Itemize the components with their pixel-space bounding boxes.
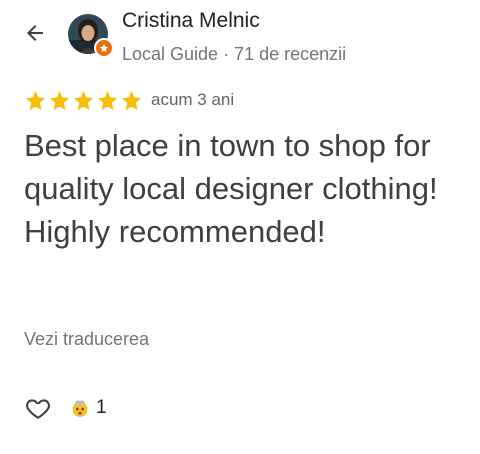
reaction-button[interactable]: 1 [70, 396, 107, 420]
review-actions: 1 [24, 394, 107, 422]
star-icon [121, 90, 142, 110]
reaction-count: 1 [96, 397, 107, 418]
back-button[interactable] [20, 18, 50, 48]
rating-row: acum 3 ani [24, 88, 234, 112]
star-icon [73, 90, 94, 110]
review-detail-page: Cristina Melnic Local Guide · 71 de rece… [0, 0, 480, 454]
star-icon [97, 90, 118, 110]
star-icon [49, 90, 70, 110]
review-text: Best place in town to shop for quality l… [24, 128, 438, 249]
mind-blown-emoji-icon [72, 400, 88, 417]
author-name[interactable]: Cristina Melnic [122, 8, 260, 34]
review-time: acum 3 ani [151, 90, 235, 109]
see-translation-link[interactable]: Vezi traducerea [24, 328, 149, 350]
local-guide-badge [94, 38, 114, 58]
heart-outline-icon [26, 399, 50, 419]
avatar[interactable] [68, 14, 114, 58]
author-meta: Local Guide · 71 de recenzii [122, 44, 347, 64]
star-icon [25, 90, 46, 110]
like-button[interactable] [24, 394, 52, 422]
star-rating [24, 89, 143, 112]
arrow-back-icon [27, 25, 43, 41]
local-guide-star-icon [99, 43, 109, 53]
